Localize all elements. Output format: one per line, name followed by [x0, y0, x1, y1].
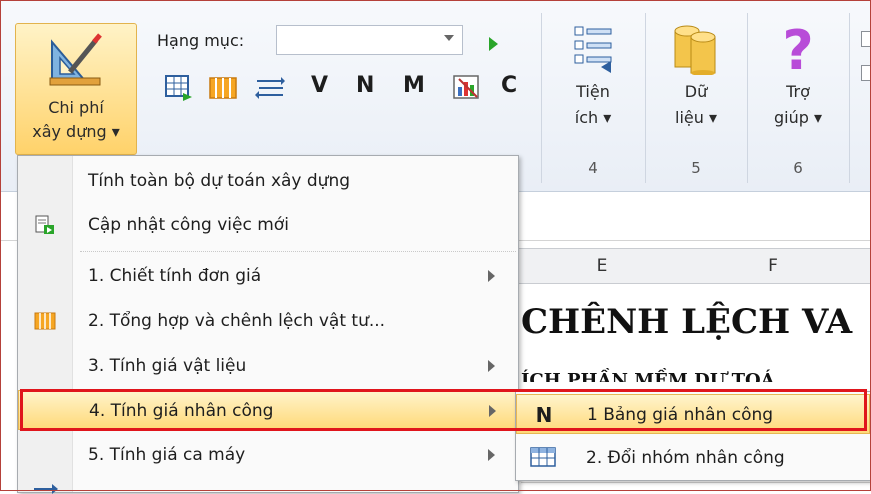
table-insert-icon[interactable] — [165, 75, 193, 101]
hang-muc-combo[interactable] — [276, 25, 463, 55]
drafting-tools-icon — [49, 33, 102, 86]
submenu-arrow-icon — [489, 405, 496, 417]
menu-item-label: 3. Tính giá vật liệu — [88, 356, 247, 376]
nhan-cong-submenu: N 1 Bảng giá nhân công 2. Đổi nhóm nhân … — [515, 391, 871, 481]
chi-phi-menu: Tính toàn bộ dự toán xây dựng Cập nhật c… — [17, 155, 519, 494]
menu-item-label: 1. Chiết tính đơn giá — [88, 266, 262, 286]
column-header[interactable]: E — [517, 248, 688, 284]
submenu-arrow-icon — [488, 449, 495, 461]
menu-item-cap-nhat[interactable]: Cập nhật công việc mới — [18, 205, 518, 245]
v-button[interactable]: V — [311, 73, 328, 98]
column-header[interactable] — [859, 248, 871, 284]
c-button[interactable]: C — [501, 73, 517, 98]
sheet-subtitle: ÍCH PHẦN MỀM DỰ TOÁ — [521, 370, 775, 382]
group-number: 5 — [691, 159, 701, 177]
chart-tool-icon[interactable] — [453, 75, 481, 101]
menu-item-label: Tính toàn bộ dự toán xây dựng — [88, 171, 351, 191]
menu-item-tinh-toan-bo[interactable]: Tính toàn bộ dự toán xây dựng — [18, 161, 518, 201]
ribbon-separator — [645, 13, 646, 183]
menu-item-gia-nhan-cong[interactable]: 4. Tính giá nhân công — [18, 390, 518, 430]
menu-separator — [80, 251, 516, 252]
menu-item-gia-ca-may[interactable]: 5. Tính giá ca máy — [18, 435, 518, 475]
submenu-item-label: 1 Bảng giá nhân công — [587, 405, 774, 425]
tro-giup-button[interactable]: ? Trợ giúp ▾ 6 — [758, 19, 838, 177]
du-lieu-label-2: liệu ▾ — [675, 108, 717, 127]
chi-phi-xay-dung-button[interactable]: Chi phí xây dựng ▾ — [15, 23, 137, 155]
menu-item-label: 5. Tính giá ca máy — [88, 445, 246, 465]
n-letter-icon: N — [535, 403, 553, 427]
tien-ich-button[interactable]: Tiện ích ▾ 4 — [553, 19, 633, 177]
material-columns-icon — [34, 312, 56, 330]
hang-muc-label: Hạng mục: — [157, 31, 245, 50]
group-number: 6 — [793, 159, 803, 177]
menu-item-chiet-tinh[interactable]: 1. Chiết tính đơn giá — [18, 256, 518, 296]
menu-item-label: 4. Tính giá nhân công — [89, 401, 274, 421]
dropdown-arrow-icon[interactable] — [444, 35, 454, 41]
submenu-arrow-icon — [488, 270, 495, 282]
column-header[interactable]: F — [687, 248, 860, 284]
arrow-right-icon — [34, 484, 58, 494]
submenu-item-doi-nhom[interactable]: 2. Đổi nhóm nhân công — [516, 438, 870, 478]
ribbon-separator — [849, 13, 850, 183]
submenu-item-bang-gia[interactable]: N 1 Bảng giá nhân công — [516, 394, 870, 434]
tien-ich-label-2: ích ▾ — [574, 108, 612, 127]
group-number: 4 — [588, 159, 598, 177]
material-columns-icon[interactable] — [209, 76, 237, 100]
n-button[interactable]: N — [356, 73, 374, 98]
run-icon[interactable] — [489, 37, 498, 51]
ribbon-separator — [747, 13, 748, 183]
list-tools-icon — [574, 26, 612, 73]
row-gridline — [521, 482, 871, 483]
help-question-icon: ? — [782, 21, 813, 77]
update-document-icon — [35, 215, 54, 234]
tro-giup-label-1: Trợ — [786, 82, 810, 101]
option-box[interactable] — [861, 65, 871, 81]
du-lieu-label-1: Dữ — [684, 82, 708, 101]
database-icon — [674, 25, 716, 75]
chi-phi-label: Chi phí xây dựng ▾ — [32, 98, 120, 141]
menu-item-label: 2. Tổng hợp và chênh lệch vật tư... — [88, 311, 386, 331]
menu-item-tong-hop[interactable]: 2. Tổng hợp và chênh lệch vật tư... — [18, 301, 518, 341]
tro-giup-label-2: giúp ▾ — [773, 108, 822, 127]
option-box[interactable] — [861, 31, 871, 47]
table-grid-icon — [530, 447, 556, 467]
menu-item-label: Cập nhật công việc mới — [88, 215, 289, 235]
svg-text:?: ? — [782, 21, 813, 77]
ribbon-separator — [541, 13, 542, 183]
menu-item-gia-vat-lieu[interactable]: 3. Tính giá vật liệu — [18, 346, 518, 386]
du-lieu-button[interactable]: Dữ liệu ▾ 5 — [656, 19, 736, 177]
swap-arrows-icon[interactable] — [255, 76, 285, 100]
submenu-item-label: 2. Đổi nhóm nhân công — [586, 448, 785, 468]
m-button[interactable]: M — [403, 73, 425, 98]
submenu-arrow-icon — [488, 360, 495, 372]
tien-ich-label-1: Tiện — [576, 82, 610, 101]
sheet-title: CHÊNH LỆCH VA — [521, 302, 853, 342]
